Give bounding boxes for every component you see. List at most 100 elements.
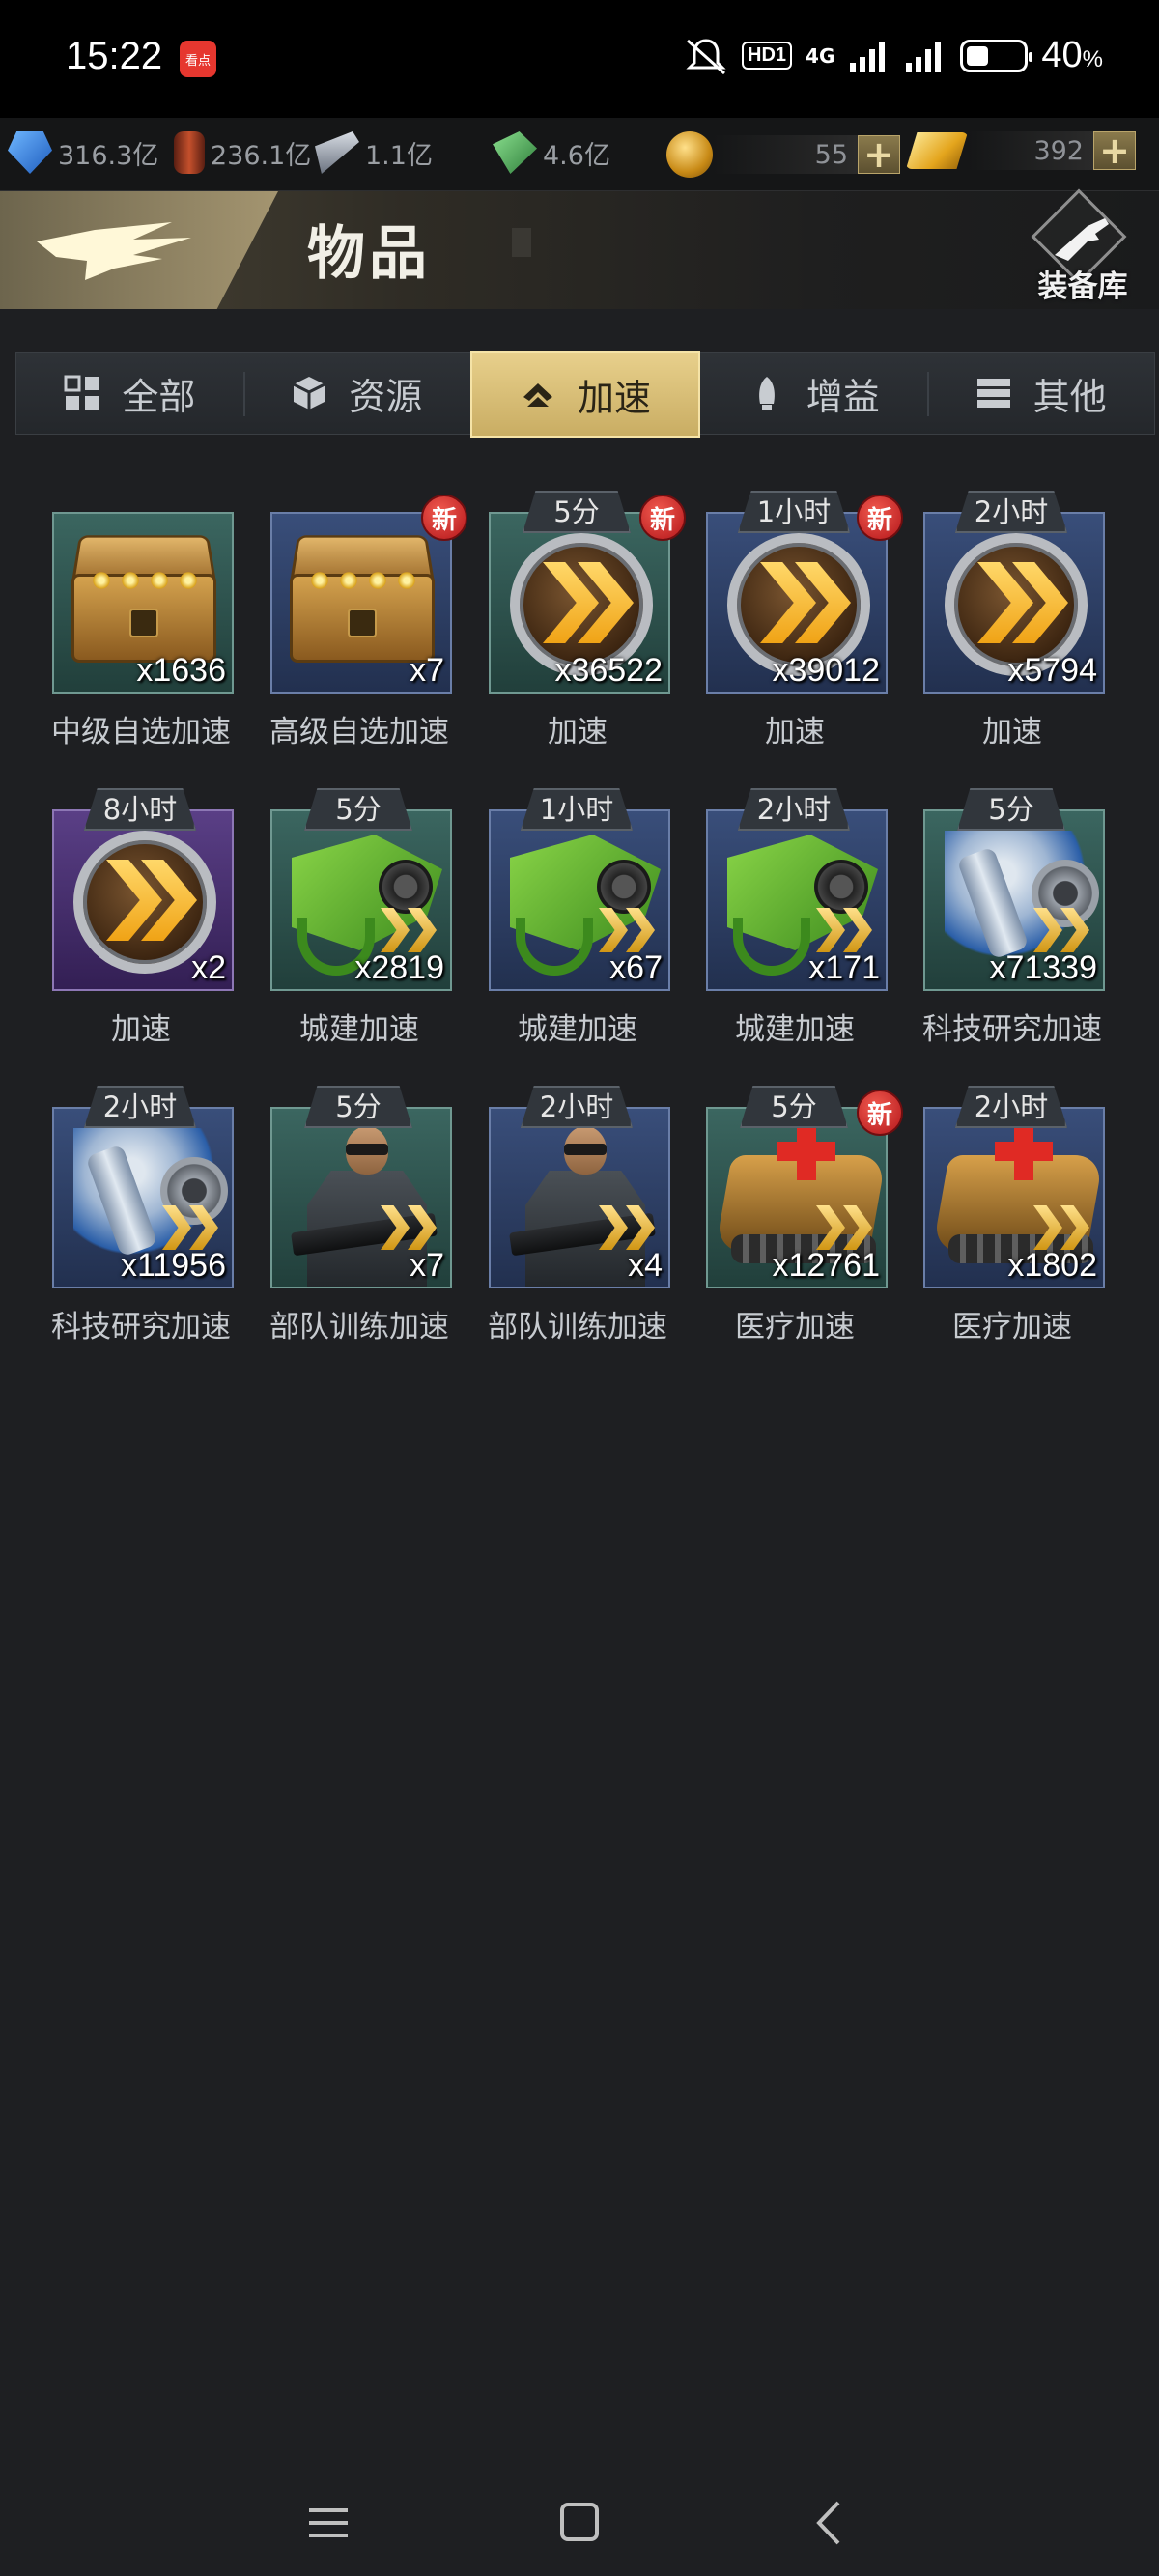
resource-bar: 316.3亿 236.1亿 1.1亿 4.6亿 55 + 392 + (0, 118, 1159, 191)
item-card[interactable]: 2小时 x1802 医疗加速 (910, 1078, 1113, 1358)
item-card[interactable]: 5分新 x36522 加速 (475, 483, 686, 763)
back-eagle-button[interactable] (0, 191, 278, 309)
item-count: x36522 (554, 652, 663, 689)
item-slot[interactable]: x7 (270, 1107, 452, 1288)
item-slot[interactable]: x67 (489, 809, 670, 991)
tab-other[interactable]: 其他 (927, 353, 1154, 434)
item-name: 中级自选加速 (51, 715, 231, 750)
item-name: 城建加速 (518, 1012, 637, 1047)
item-count: x171 (808, 949, 880, 986)
duration-tag: 1小时 (737, 491, 851, 533)
resource-steel: 1.1亿 (315, 131, 433, 174)
item-count: x1636 (136, 652, 226, 689)
steel-amount: 1.1亿 (365, 140, 433, 171)
add-coin-button[interactable]: + (858, 135, 900, 174)
item-card[interactable]: 1小时新 x39012 加速 (693, 483, 903, 763)
item-slot[interactable]: x11956 (52, 1107, 234, 1288)
item-name: 部队训练加速 (488, 1310, 667, 1345)
item-card[interactable]: 2小时 x11956 科技研究加速 (39, 1078, 241, 1358)
speedup-chevron-icon (377, 908, 442, 952)
resource-oil: 236.1亿 (174, 131, 311, 174)
speedup-chevron-icon (812, 908, 878, 952)
item-name: 加速 (548, 715, 608, 750)
item-card[interactable]: 2小时 x5794 加速 (910, 483, 1113, 763)
resource-coin: 55 + (666, 131, 900, 178)
steel-icon (315, 131, 359, 174)
rifle-icon (1055, 218, 1109, 261)
tab-resources[interactable]: 资源 (242, 353, 470, 434)
armory-button[interactable]: 装备库 (1020, 188, 1145, 305)
item-slot[interactable]: x39012 (706, 512, 888, 694)
item-slot[interactable]: x36522 (489, 512, 670, 694)
item-slot[interactable]: x7 (270, 512, 452, 694)
item-card[interactable]: 2小时 x171 城建加速 (693, 780, 895, 1061)
item-count: x2 (191, 949, 226, 986)
page-title: 物品 (307, 220, 431, 288)
chest-coins (87, 566, 201, 599)
duration-tag: 5分 (304, 1086, 412, 1128)
tab-all-label: 全部 (122, 375, 196, 418)
system-nav-bar (0, 2470, 1159, 2576)
bell-muted-icon (686, 38, 726, 74)
tab-boost-label: 增益 (806, 375, 880, 418)
item-slot[interactable]: x1802 (923, 1107, 1105, 1288)
crystal-amount: 316.3亿 (58, 140, 159, 171)
item-card[interactable]: 新 x7 高级自选加速 (257, 483, 467, 763)
chest-coins (305, 566, 419, 599)
item-card[interactable]: 5分新 x12761 医疗加速 (693, 1078, 903, 1358)
item-count: x67 (609, 949, 663, 986)
item-slot[interactable]: x171 (706, 809, 888, 991)
item-name: 医疗加速 (735, 1310, 855, 1345)
item-name: 加速 (765, 715, 825, 750)
item-name: 部队训练加速 (269, 1310, 449, 1345)
claw-gear (597, 860, 651, 914)
home-square-icon[interactable] (551, 2499, 608, 2547)
cube-icon (293, 377, 325, 410)
tab-boost[interactable]: 增益 (700, 353, 927, 434)
speedup-chevron-icon (158, 1205, 224, 1250)
item-slot[interactable]: x1636 (52, 512, 234, 694)
claw-gear (379, 860, 433, 914)
item-card[interactable]: 5分 x71339 科技研究加速 (910, 780, 1113, 1061)
armory-label: 装备库 (1037, 269, 1128, 304)
app-notification-icon: 看点 (180, 41, 216, 77)
title-divider (512, 228, 531, 257)
tab-resources-label: 资源 (349, 375, 423, 418)
tab-all[interactable]: 全部 (16, 353, 243, 434)
item-count: x7 (410, 652, 444, 689)
item-slot[interactable]: x4 (489, 1107, 670, 1288)
item-card[interactable]: 5分 x7 部队训练加速 (257, 1078, 460, 1358)
item-name: 加速 (111, 1012, 171, 1047)
new-badge: 新 (421, 495, 467, 541)
item-name: 加速 (982, 715, 1042, 750)
item-slot[interactable]: x12761 (706, 1107, 888, 1288)
add-gold-button[interactable]: + (1093, 131, 1136, 170)
item-slot[interactable]: x71339 (923, 809, 1105, 991)
item-slot[interactable]: x2819 (270, 809, 452, 991)
tab-speedup[interactable]: 加速 (469, 351, 701, 438)
duration-tag: 2小时 (520, 1086, 634, 1128)
stack-icon (976, 379, 1010, 408)
duration-tag: 5分 (523, 491, 631, 533)
back-chevron-icon[interactable] (802, 2499, 860, 2547)
item-card[interactable]: 1小时 x67 城建加速 (475, 780, 678, 1061)
item-card[interactable]: x1636 中级自选加速 (39, 483, 241, 763)
item-count: x1802 (1007, 1247, 1097, 1284)
item-slot[interactable]: x2 (52, 809, 234, 991)
item-card[interactable]: 8小时 x2 加速 (39, 780, 241, 1061)
item-count: x11956 (120, 1247, 226, 1284)
speedup-chevron-icon (595, 908, 661, 952)
duration-tag: 5分 (304, 788, 412, 831)
menu-icon[interactable] (299, 2499, 357, 2547)
item-card[interactable]: 5分 x2819 城建加速 (257, 780, 460, 1061)
coin-icon (666, 131, 713, 178)
chest-lock (348, 609, 377, 637)
claw-grip (733, 918, 810, 976)
item-name: 城建加速 (735, 1012, 855, 1047)
grid-icon (64, 375, 99, 410)
gold-bar-icon (906, 132, 968, 169)
item-slot[interactable]: x5794 (923, 512, 1105, 694)
item-card[interactable]: 2小时 x4 部队训练加速 (475, 1078, 678, 1358)
new-badge: 新 (639, 495, 686, 541)
alloy-amount: 4.6亿 (543, 140, 610, 171)
